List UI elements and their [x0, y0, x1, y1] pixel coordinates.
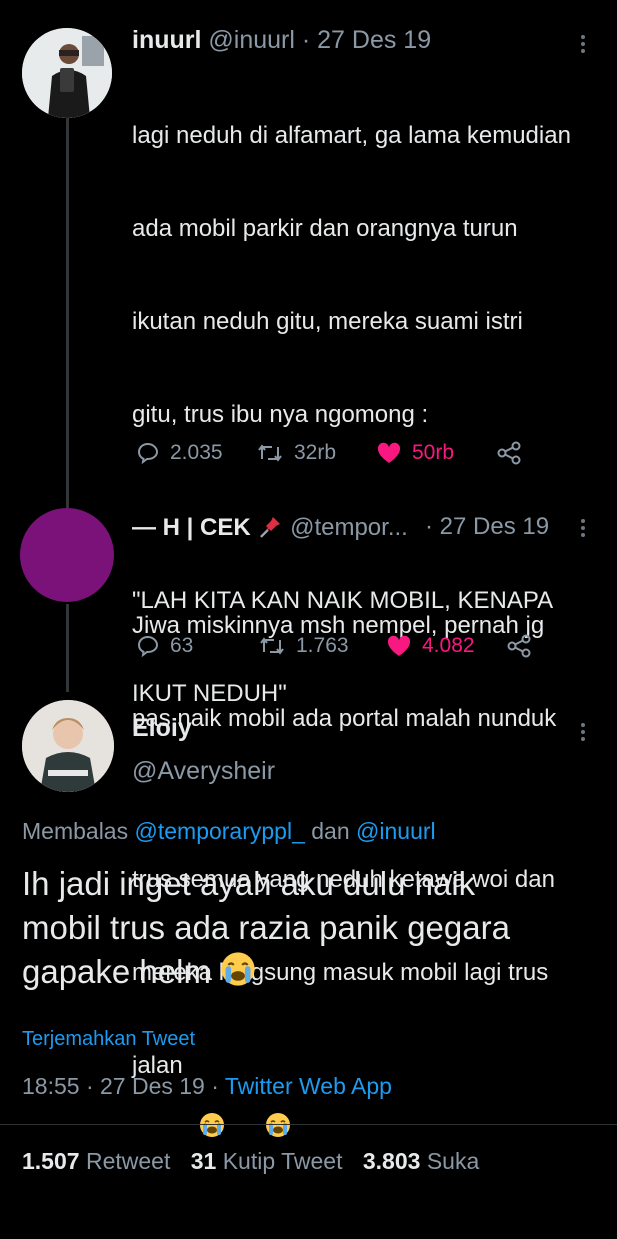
quote-stat[interactable]: 31 Kutip Tweet	[191, 1148, 349, 1174]
tweet-stats: 1.507 Retweet 31 Kutip Tweet 3.803 Suka	[22, 1148, 479, 1175]
reply-context: Membalas @temporaryppl_ dan @inuurl	[22, 818, 436, 844]
retweet-button[interactable]: 1.763	[258, 634, 386, 658]
tweet-timestamp[interactable]: 18:55 · 27 Des 19 ·	[22, 1073, 219, 1099]
retweet-icon	[258, 444, 282, 462]
divider	[0, 1124, 617, 1125]
like-button[interactable]: 50rb	[376, 441, 496, 465]
retweet-icon	[260, 637, 284, 655]
translate-link[interactable]: Terjemahkan Tweet	[22, 1028, 195, 1051]
more-icon[interactable]	[578, 720, 588, 744]
mention-link[interactable]: @inuurl	[356, 818, 436, 844]
retweet-button[interactable]: 32rb	[256, 441, 376, 465]
like-button[interactable]: 4.082	[386, 634, 506, 658]
reply-icon	[137, 442, 159, 465]
author-name[interactable]: inuurl	[132, 26, 201, 54]
author-name[interactable]: — H | CEK	[132, 514, 251, 541]
share-icon	[507, 634, 531, 658]
heart-icon	[387, 635, 411, 656]
avatar[interactable]	[20, 508, 114, 602]
avatar[interactable]	[22, 700, 114, 792]
heart-icon	[377, 442, 401, 463]
main-tweet-text: Ih jadi inget ayah aku dulu naik mobil t…	[22, 862, 602, 998]
reply-button[interactable]: 63	[136, 634, 258, 658]
tweet-actions: 63 1.763 4.082	[136, 633, 536, 659]
tweet-meta: 18:55 · 27 Des 19 · Twitter Web App	[22, 1073, 392, 1100]
thread-line	[66, 118, 69, 508]
tweet-date[interactable]: · 27 Des 19	[302, 26, 431, 54]
avatar[interactable]	[22, 28, 112, 118]
author-handle[interactable]: @tempor...	[290, 514, 408, 541]
mention-link[interactable]: @temporaryppl_	[135, 818, 305, 844]
tweet-actions: 2.035 32rb 50rb	[136, 440, 536, 466]
more-icon[interactable]	[578, 32, 588, 56]
author-handle[interactable]: @Averysheir	[132, 757, 275, 786]
more-icon[interactable]	[578, 516, 588, 540]
reply-icon	[137, 635, 159, 658]
thread-line	[66, 604, 69, 692]
share-button[interactable]	[506, 633, 532, 659]
tweet-source[interactable]: Twitter Web App	[225, 1073, 392, 1099]
retweet-stat[interactable]: 1.507 Retweet	[22, 1148, 177, 1174]
crying-face-icon	[220, 951, 256, 998]
tweet-date[interactable]: · 27 Des 19	[425, 513, 549, 541]
share-button[interactable]	[496, 440, 522, 466]
avatar-image	[22, 28, 112, 118]
share-icon	[497, 441, 521, 465]
like-stat[interactable]: 3.803 Suka	[363, 1148, 479, 1174]
author-handle[interactable]: @inuurl	[208, 26, 295, 54]
author-name[interactable]: Eloiy	[132, 714, 192, 743]
avatar-image	[22, 700, 114, 792]
reply-button[interactable]: 2.035	[136, 441, 256, 465]
pin-icon	[257, 513, 283, 546]
